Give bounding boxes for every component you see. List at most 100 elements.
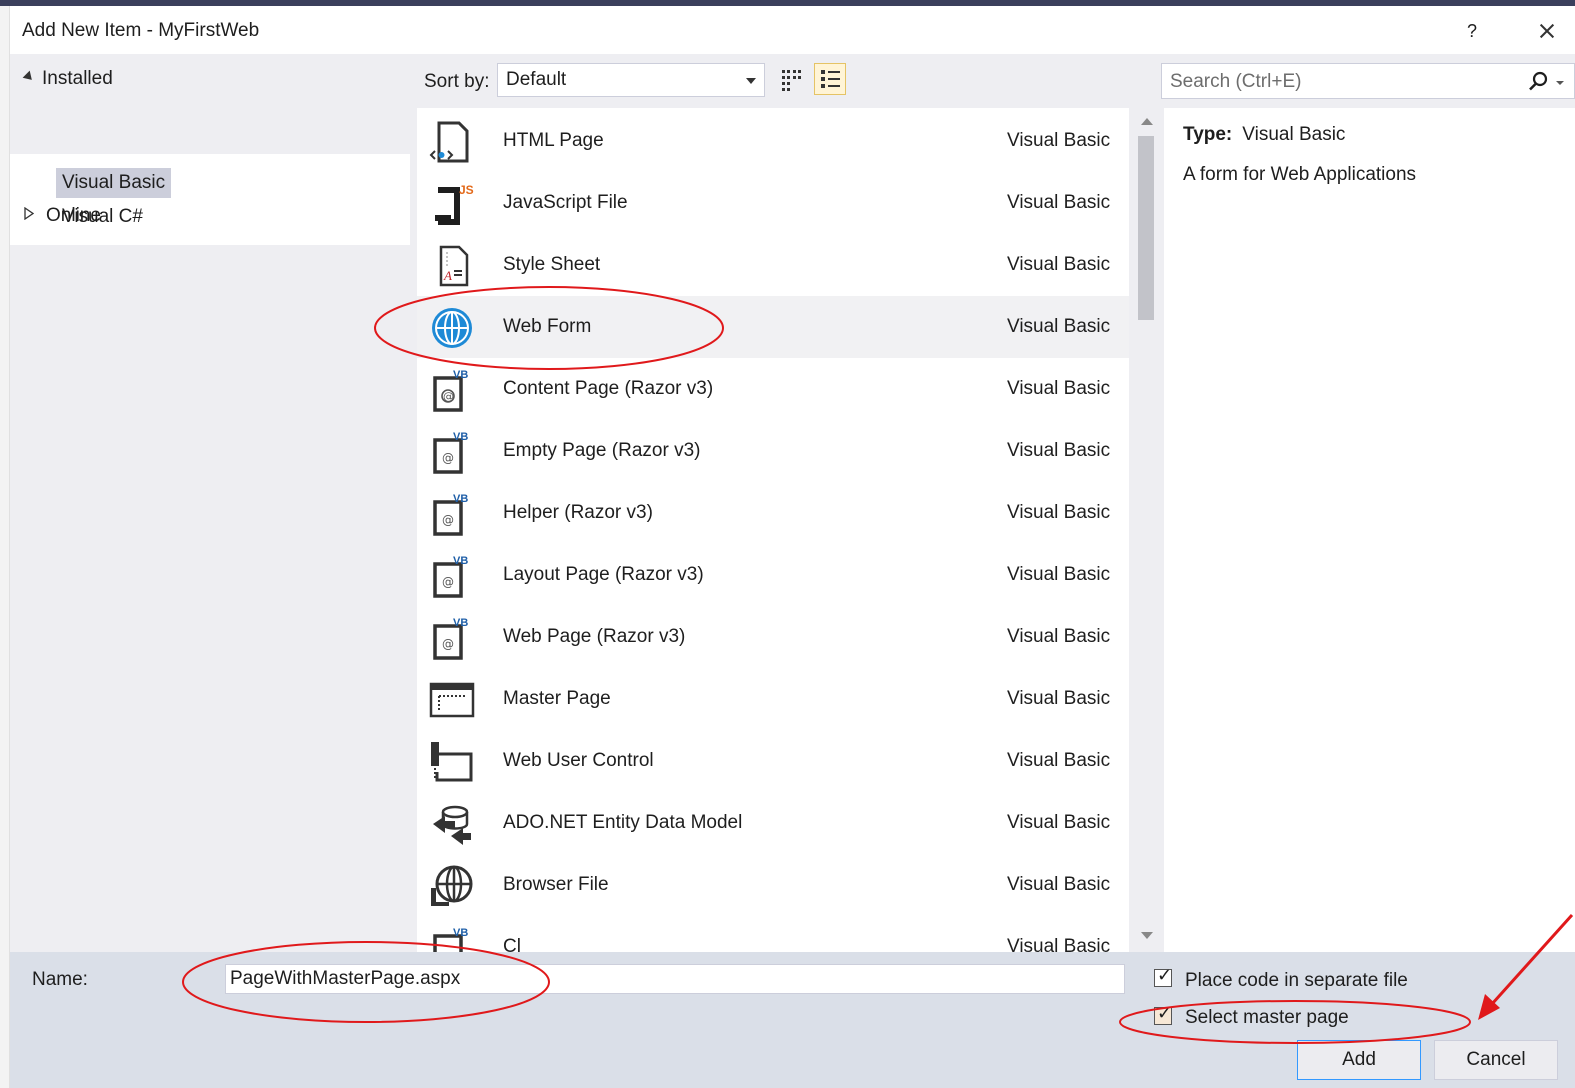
- search-icon[interactable]: [1527, 70, 1549, 92]
- template-item[interactable]: @ VB Content Page (Razor v3) Visual Basi…: [417, 358, 1129, 420]
- separate-file-checkbox[interactable]: [1154, 965, 1172, 987]
- template-item[interactable]: @ VB Layout Page (Razor v3) Visual Basic: [417, 544, 1129, 606]
- razor-page-icon: @ VB: [433, 431, 468, 474]
- svg-text:VB: VB: [453, 617, 468, 629]
- grid-view-icon: [782, 70, 801, 91]
- template-item[interactable]: @ VB Helper (Razor v3) Visual Basic: [417, 482, 1129, 544]
- template-name: Master Page: [503, 688, 611, 709]
- user-control-icon: [431, 742, 473, 782]
- template-language: Visual Basic: [1007, 626, 1111, 647]
- sort-by-dropdown[interactable]: Default: [497, 63, 765, 97]
- tree-node-online[interactable]: Online: [24, 199, 101, 233]
- template-item[interactable]: Web User Control Visual Basic: [417, 730, 1129, 792]
- cancel-button[interactable]: Cancel: [1434, 1040, 1558, 1080]
- template-tree: Installed Visual Basic Visual C# Online: [10, 54, 410, 950]
- razor-page-icon: @ VB: [433, 493, 468, 536]
- help-button[interactable]: ?: [1460, 18, 1484, 44]
- tree-node-installed[interactable]: Installed: [22, 62, 113, 96]
- template-language: Visual Basic: [1007, 440, 1111, 461]
- list-view-button[interactable]: [814, 63, 846, 95]
- svg-text:VB: VB: [453, 431, 468, 443]
- scroll-up-arrow-icon[interactable]: [1141, 118, 1153, 125]
- template-language: Visual Basic: [1007, 316, 1111, 337]
- template-description: A form for Web Applications: [1183, 164, 1417, 185]
- template-language: Visual Basic: [1007, 502, 1111, 523]
- template-name: Web Page (Razor v3): [503, 626, 686, 647]
- name-field[interactable]: [225, 964, 1125, 994]
- expanded-triangle-icon: [22, 70, 36, 84]
- template-item[interactable]: VB Cl Visual Basic: [417, 916, 1129, 952]
- svg-text:@: @: [442, 513, 454, 527]
- template-language: Visual Basic: [1007, 688, 1111, 709]
- search-box: [1161, 63, 1575, 99]
- template-name: Empty Page (Razor v3): [503, 440, 701, 461]
- template-language: Visual Basic: [1007, 874, 1111, 895]
- dialog-title: Add New Item - MyFirstWeb: [22, 20, 260, 41]
- type-value: Visual Basic: [1242, 124, 1346, 145]
- master-page-checkbox[interactable]: [1154, 1003, 1172, 1025]
- add-button[interactable]: Add: [1297, 1040, 1421, 1080]
- template-item[interactable]: Master Page Visual Basic: [417, 668, 1129, 730]
- collapsed-triangle-icon: [24, 207, 34, 221]
- add-new-item-dialog: Add New Item - MyFirstWeb ? Installed Vi…: [0, 0, 1575, 1088]
- small-icons-view-button[interactable]: [776, 63, 808, 95]
- type-line: Type: Visual Basic: [1183, 122, 1345, 148]
- template-language: Visual Basic: [1007, 812, 1111, 833]
- scroll-down-arrow-icon[interactable]: [1141, 932, 1153, 939]
- template-list-scrollbar[interactable]: [1135, 108, 1157, 952]
- scrollbar-thumb[interactable]: [1138, 136, 1154, 320]
- svg-text:@: @: [442, 451, 454, 465]
- template-item[interactable]: HTML Page Visual Basic: [417, 110, 1129, 172]
- template-language: Visual Basic: [1007, 564, 1111, 585]
- type-label: Type:: [1183, 124, 1233, 145]
- svg-text:@: @: [442, 575, 454, 589]
- title-bar: Add New Item - MyFirstWeb ?: [10, 6, 1575, 54]
- template-item-web-form[interactable]: Web Form Visual Basic: [417, 296, 1129, 358]
- template-name: HTML Page: [503, 130, 604, 151]
- sort-by-value: Default: [506, 69, 567, 90]
- template-language: Visual Basic: [1007, 750, 1111, 771]
- template-name: Cl: [503, 936, 521, 952]
- razor-page-icon: @ VB: [433, 555, 468, 598]
- svg-text:A: A: [443, 268, 452, 283]
- template-item[interactable]: JS JavaScript File Visual Basic: [417, 172, 1129, 234]
- entity-model-icon: [433, 805, 471, 845]
- template-language: Visual Basic: [1007, 378, 1111, 399]
- search-options-chevron-icon[interactable]: [1556, 81, 1564, 85]
- style-sheet-icon: A: [439, 245, 469, 287]
- template-language: Visual Basic: [1007, 936, 1111, 952]
- template-name: Web User Control: [503, 750, 654, 771]
- svg-text:VB: VB: [453, 927, 468, 939]
- template-name: Web Form: [503, 316, 592, 337]
- template-item[interactable]: @ VB Empty Page (Razor v3) Visual Basic: [417, 420, 1129, 482]
- browser-file-icon: [431, 865, 473, 906]
- template-name: Browser File: [503, 874, 609, 895]
- svg-text:@: @: [443, 390, 454, 403]
- template-name: Helper (Razor v3): [503, 502, 653, 523]
- template-language: Visual Basic: [1007, 130, 1111, 151]
- search-input[interactable]: [1168, 68, 1512, 96]
- javascript-file-icon: JS: [435, 183, 474, 225]
- template-name: Style Sheet: [503, 254, 601, 275]
- svg-text:VB: VB: [453, 555, 468, 567]
- svg-text:VB: VB: [453, 369, 468, 381]
- sort-by-label: Sort by:: [424, 71, 490, 92]
- close-icon[interactable]: [1534, 16, 1562, 46]
- template-item[interactable]: @ VB Web Page (Razor v3) Visual Basic: [417, 606, 1129, 668]
- chevron-down-icon: [746, 78, 756, 84]
- template-item[interactable]: A Style Sheet Visual Basic: [417, 234, 1129, 296]
- razor-page-icon: VB: [433, 927, 468, 952]
- background-window-edge: [0, 6, 10, 1088]
- template-list: HTML Page Visual Basic JS JavaScript Fil…: [417, 108, 1129, 952]
- template-name: JavaScript File: [503, 192, 628, 213]
- template-language: Visual Basic: [1007, 192, 1111, 213]
- svg-text:@: @: [442, 637, 454, 651]
- tree-node-label: Online: [46, 205, 101, 226]
- razor-page-icon: @ VB: [433, 369, 468, 412]
- tree-item-visual-basic[interactable]: Visual Basic: [56, 168, 172, 198]
- html-page-icon: [429, 121, 469, 163]
- template-item[interactable]: Browser File Visual Basic: [417, 854, 1129, 916]
- template-item[interactable]: ADO.NET Entity Data Model Visual Basic: [417, 792, 1129, 854]
- name-label: Name:: [32, 969, 88, 990]
- template-name: Content Page (Razor v3): [503, 378, 714, 399]
